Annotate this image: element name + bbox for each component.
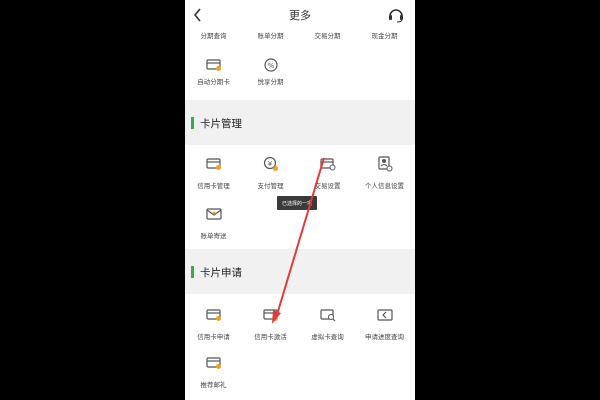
yuexiang-installment-icon: % [260,54,282,76]
page-title: 更多 [289,9,311,22]
grid-item-label: 虚拟卡查询 [311,333,344,341]
grid-item-label: 悦享分期 [257,78,284,86]
card-application-section: 信用卡申请 信用卡激活 虚拟卡查询 申请进度查询 推荐邮礼 [185,294,415,400]
payment-manage-icon: ¥ [260,153,282,175]
section-title: 卡片申请 [200,266,242,279]
section-title: 卡片管理 [200,117,242,130]
grid-item-label: 自动分期卡 [197,78,230,86]
top-bar: 更多 [185,0,415,30]
grid-item-credit-card-apply[interactable]: 信用卡申请 [185,304,242,341]
grid-item-label: 个人信息设置 [365,182,404,190]
installment-section: 分期查询 账单分期 交易分期 现金分期 自动分期卡 % 悦享分期 [185,30,415,100]
grid-item-label: 信用卡管理 [197,182,230,190]
section-accent-bar [191,117,194,129]
grid-item-label: 信用卡申请 [197,333,230,341]
headset-icon [389,9,403,23]
auto-installment-card-icon [203,54,225,76]
transaction-settings-icon [317,153,339,175]
credit-card-activate-icon [260,304,282,326]
section-header-card-management: 卡片管理 [185,101,415,145]
bill-mail-icon [203,203,225,225]
svg-text:%: % [267,62,274,70]
grid-item-label: 支付管理 [257,182,284,190]
grid-item-personal-info[interactable]: 个人信息设置 [356,153,413,190]
grid-item-label: 信用卡激活 [254,333,287,341]
grid-item-label: 账单分期 [257,32,284,40]
grid-item-yuexiang-installment[interactable]: % 悦享分期 [242,54,299,86]
grid-item-credit-card-manage[interactable]: 信用卡管理 [185,153,242,190]
grid-item-recommend-gift[interactable]: 推荐邮礼 [185,352,242,389]
chevron-left-icon [193,8,201,22]
credit-card-apply-icon [203,304,225,326]
grid-item-bill-mail[interactable]: 账单寄送 [185,203,242,240]
svg-text:¥: ¥ [267,160,272,168]
grid-item-payment-manage[interactable]: ¥ 支付管理 [242,153,299,190]
back-button[interactable] [189,4,207,26]
recommend-gift-icon [203,352,225,374]
personal-info-icon [374,153,396,175]
grid-item-label: 账单寄送 [200,232,227,240]
grid-item-auto-installment-card[interactable]: 自动分期卡 [185,54,242,86]
grid-item-credit-card-activate[interactable]: 信用卡激活 [242,304,299,341]
credit-card-manage-icon [203,153,225,175]
grid-item-application-progress[interactable]: 申请进度查询 [356,304,413,341]
grid-item-installment-query[interactable]: 分期查询 [185,30,242,40]
customer-service-button[interactable] [387,6,405,24]
grid-item-label: 交易分期 [314,32,341,40]
grid-item-virtual-card-query[interactable]: 虚拟卡查询 [299,304,356,341]
grid-item-cash-installment[interactable]: 现金分期 [356,30,413,40]
tooltip: 已选择的一项 [277,196,317,210]
grid-item-transaction-installment[interactable]: 交易分期 [299,30,356,40]
grid-item-label: 申请进度查询 [365,333,404,341]
grid-item-label: 交易设置 [314,182,341,190]
grid-item-label: 现金分期 [371,32,398,40]
grid-item-transaction-settings[interactable]: 交易设置 [299,153,356,190]
grid-item-label: 推荐邮礼 [200,381,227,389]
virtual-card-query-icon [317,304,339,326]
application-progress-icon [374,304,396,326]
grid-item-label: 分期查询 [200,32,227,40]
section-accent-bar [191,266,194,278]
grid-item-bill-installment[interactable]: 账单分期 [242,30,299,40]
section-header-card-application: 卡片申请 [185,250,415,294]
